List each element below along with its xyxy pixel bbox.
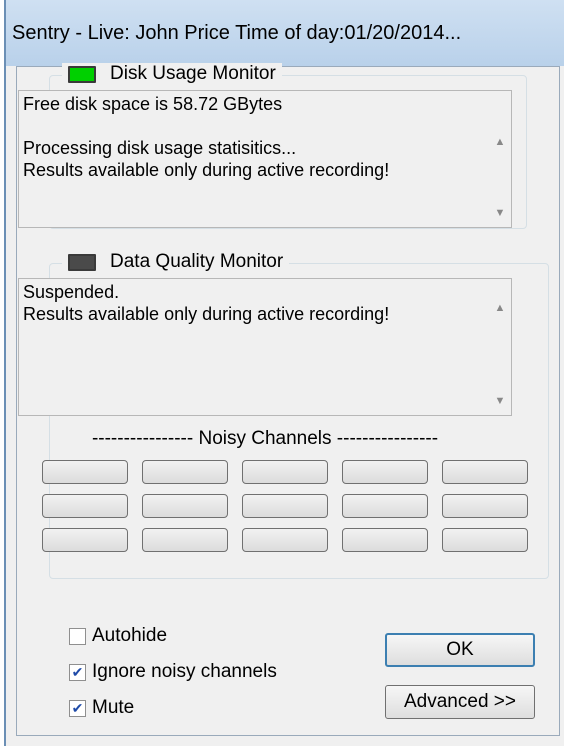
ok-button[interactable]: OK (385, 633, 535, 667)
noisy-channel-button[interactable] (342, 528, 428, 552)
ignore-noisy-checkbox[interactable]: ✔ (69, 663, 86, 681)
disk-usage-line-3: Processing disk usage statisitics... (23, 138, 297, 158)
disk-usage-legend: Disk Usage Monitor (62, 63, 282, 85)
noisy-channel-button[interactable] (242, 494, 328, 518)
disk-usage-indicator-icon (68, 65, 96, 83)
disk-usage-scrollbar[interactable]: ▲ ▼ (489, 91, 511, 227)
window-title: Sentry - Live: John Price Time of day:01… (12, 22, 462, 44)
noisy-channel-button[interactable] (442, 528, 528, 552)
noisy-channel-button[interactable] (142, 494, 228, 518)
noisy-channel-button[interactable] (42, 460, 128, 484)
disk-usage-line-1: Free disk space is 58.72 GBytes (23, 94, 283, 114)
data-quality-line-1: Suspended. (23, 282, 120, 302)
mute-label: Mute (92, 697, 135, 718)
noisy-channel-button[interactable] (242, 528, 328, 552)
noisy-channel-button[interactable] (142, 460, 228, 484)
disk-usage-title: Disk Usage Monitor (110, 63, 276, 84)
data-quality-textbox[interactable]: Suspended. Results available only during… (18, 278, 512, 416)
advanced-button[interactable]: Advanced >> (385, 685, 535, 719)
noisy-channel-button[interactable] (342, 460, 428, 484)
checkmark-icon: ✔ (71, 699, 84, 716)
scroll-down-arrow-icon[interactable]: ▼ (495, 396, 506, 407)
disk-usage-line-4: Results available only during active rec… (23, 160, 390, 180)
mute-checkbox[interactable]: ✔ (69, 699, 86, 717)
data-quality-legend: Data Quality Monitor (62, 251, 290, 273)
autohide-option[interactable]: Autohide (69, 625, 167, 647)
mute-option[interactable]: ✔ Mute (69, 697, 134, 719)
noisy-channel-button[interactable] (442, 494, 528, 518)
data-quality-line-2: Results available only during active rec… (23, 304, 390, 324)
noisy-channel-button[interactable] (442, 460, 528, 484)
ignore-noisy-option[interactable]: ✔ Ignore noisy channels (69, 661, 277, 683)
title-bar[interactable]: Sentry - Live: John Price Time of day:01… (6, 0, 564, 66)
disk-usage-line-2 (23, 115, 507, 137)
dialog-client-area: Disk Usage Monitor Free disk space is 58… (16, 63, 560, 736)
dialog-window: Sentry - Live: John Price Time of day:01… (4, 0, 564, 746)
noisy-channel-button[interactable] (342, 494, 428, 518)
scroll-up-arrow-icon[interactable]: ▲ (495, 303, 506, 314)
checkmark-icon: ✔ (71, 663, 84, 680)
data-quality-indicator-icon (68, 253, 96, 271)
data-quality-group: Data Quality Monitor Suspended. Results … (18, 251, 549, 579)
disk-usage-textbox[interactable]: Free disk space is 58.72 GBytes Processi… (18, 90, 512, 228)
noisy-channel-button[interactable] (242, 460, 328, 484)
disk-usage-group: Disk Usage Monitor Free disk space is 58… (18, 63, 527, 229)
data-quality-scrollbar[interactable]: ▲ ▼ (489, 279, 511, 415)
autohide-checkbox[interactable] (69, 627, 86, 645)
noisy-channel-button[interactable] (142, 528, 228, 552)
noisy-channel-button[interactable] (42, 528, 128, 552)
noisy-channels-label: ---------------- Noisy Channels --------… (91, 428, 439, 449)
noisy-channel-button[interactable] (42, 494, 128, 518)
scroll-down-arrow-icon[interactable]: ▼ (495, 208, 506, 219)
ignore-noisy-label: Ignore noisy channels (92, 661, 277, 682)
data-quality-title: Data Quality Monitor (110, 251, 284, 272)
scroll-up-arrow-icon[interactable]: ▲ (495, 137, 506, 148)
autohide-label: Autohide (92, 625, 168, 646)
